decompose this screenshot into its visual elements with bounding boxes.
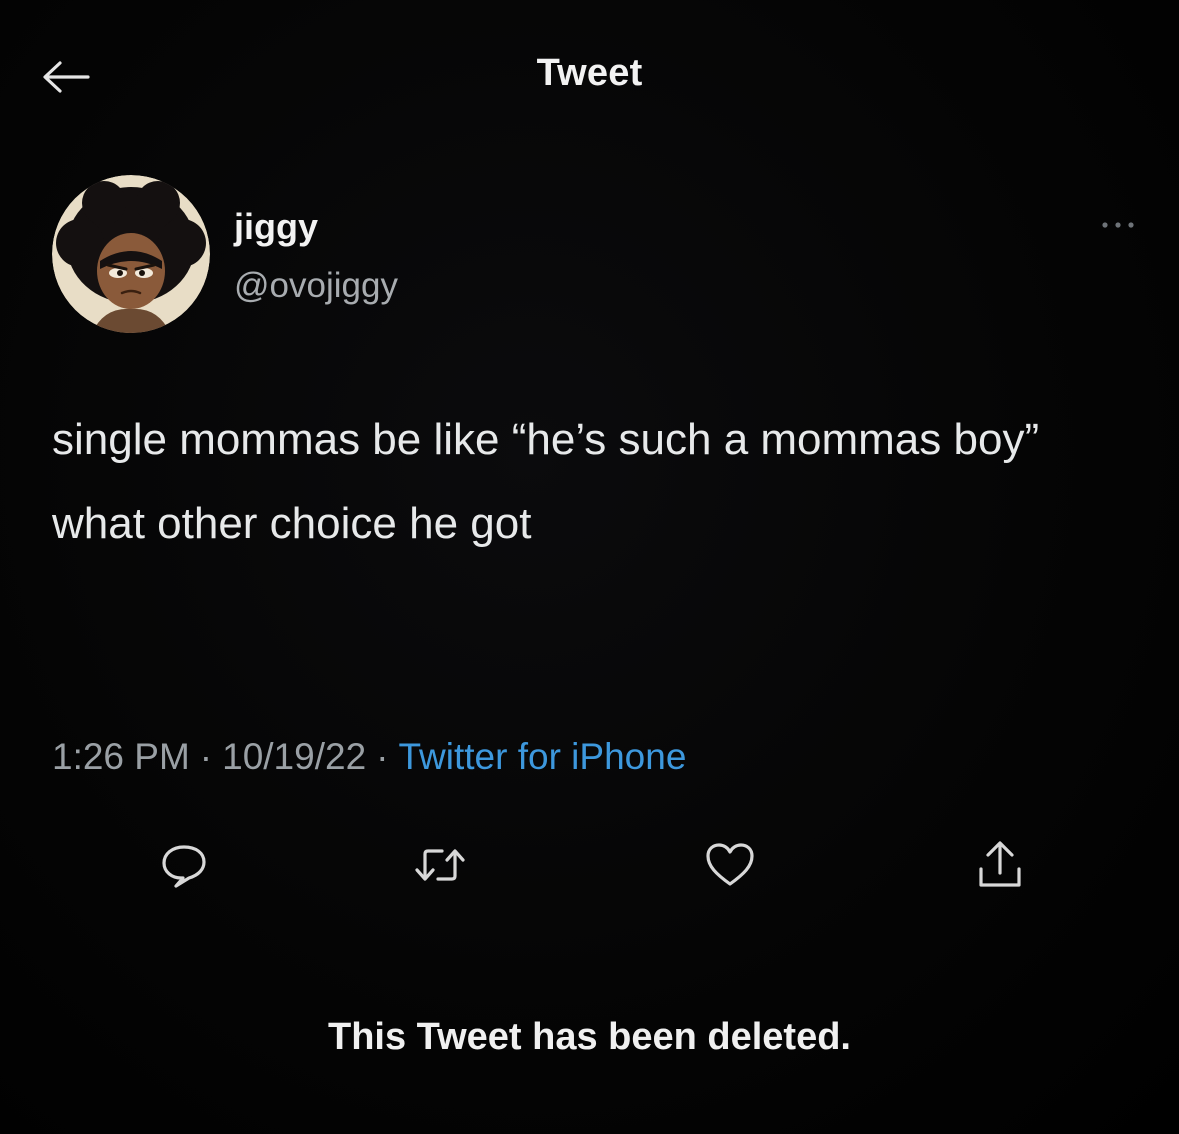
retweet-button[interactable] <box>410 838 470 892</box>
meta-separator: · <box>199 736 213 777</box>
retweet-icon <box>415 849 465 881</box>
cartoon-avatar-icon <box>52 175 210 333</box>
tweet-date: 10/19/22 <box>222 736 367 777</box>
like-button[interactable] <box>700 838 760 892</box>
reply-button[interactable] <box>154 838 214 892</box>
user-handle[interactable]: @ovojiggy <box>234 266 398 306</box>
more-options-button[interactable] <box>1095 210 1141 240</box>
deleted-notice: This Tweet has been deleted. <box>328 1016 851 1058</box>
tweet-meta: 1:26 PM · 10/19/22 · Twitter for iPhone <box>52 736 686 778</box>
reply-icon <box>162 845 206 888</box>
more-options-icon <box>1102 222 1134 228</box>
share-button[interactable] <box>970 838 1030 892</box>
avatar[interactable] <box>52 175 210 333</box>
share-icon <box>979 841 1021 887</box>
tweet-text: single mommas be like “he’s such a momma… <box>52 415 1040 548</box>
display-name[interactable]: jiggy <box>234 206 318 248</box>
tweet-time: 1:26 PM <box>52 736 190 777</box>
meta-separator: · <box>376 736 389 777</box>
tweet-screen: Tweet jiggy @ovojiggy single mommas be l… <box>0 0 1179 1134</box>
tweet-source-link[interactable]: Twitter for iPhone <box>398 736 686 777</box>
heart-icon <box>706 843 754 886</box>
page-title: Tweet <box>536 52 643 94</box>
